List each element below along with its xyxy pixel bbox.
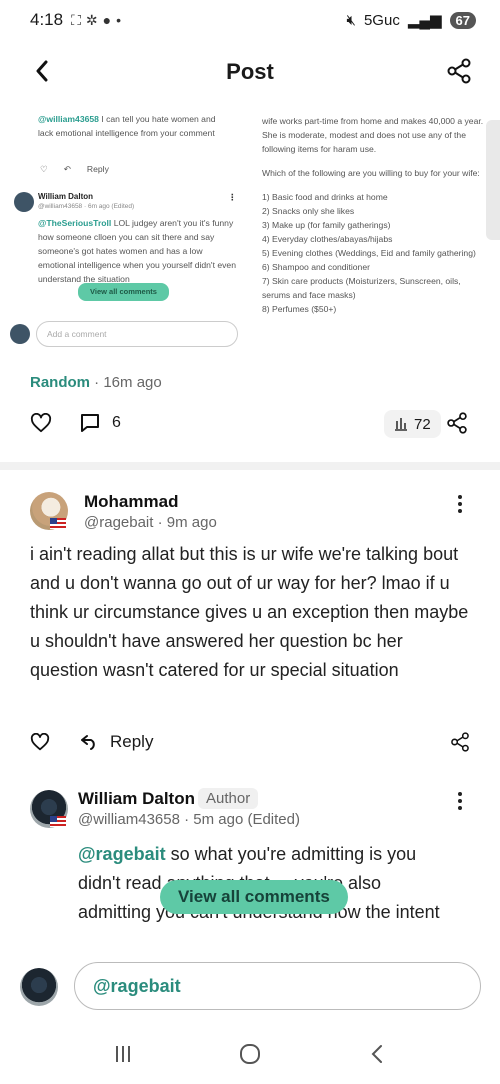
settings-icon: ✲ [85,11,98,28]
comment-reply-button[interactable]: Reply [80,732,153,752]
status-time: 4:18 [30,10,64,29]
section-divider [0,462,500,470]
back-nav-button[interactable] [357,1034,397,1074]
comment-count: 6 [112,414,121,431]
comment-icon [81,414,99,432]
share-icon [447,412,467,434]
facebook-icon: ● [102,11,112,28]
home-button[interactable] [230,1034,270,1074]
us-flag-icon [50,816,66,827]
post-category[interactable]: Random [30,374,90,391]
post-time: 16m ago [103,374,162,391]
status-bar: 4:18 ⛶ ✲ ● • 🔇︎ 5Guc ▂▄▆ 67 [0,0,500,40]
comment-like-button[interactable] [30,732,50,753]
embedded-comment: @william43658 I can tell you hate women … [38,112,228,140]
embedded-comment-actions: ♡ ↶ Reply [40,162,109,176]
comment-author-name[interactable]: Mohammad [84,492,178,512]
current-user-avatar [20,968,58,1006]
embedded-question-prompt: Which of the following are you willing t… [262,168,480,178]
share-icon [451,732,469,752]
view-all-comments-button[interactable]: View all comments [160,880,348,914]
reply-more-button[interactable] [450,789,470,813]
back-button[interactable] [28,56,56,86]
embedded-question: wife works part-time from home and makes… [262,102,486,364]
network-label: 5Guc [363,11,400,29]
embedded-question-intro: wife works part-time from home and makes… [262,116,484,154]
us-flag-icon [50,518,66,529]
embedded-add-comment: Add a comment [36,321,238,347]
mute-icon: 🔇︎ [346,11,356,29]
heart-icon [30,412,52,433]
embedded-author-handle: @william43658 · 6m ago (Edited) [38,203,135,210]
embedded-question-item: 4) Everyday clothes/abayas/hijabs [262,234,393,244]
embedded-question-item: 5) Evening clothes (Weddings, Eid and fa… [262,248,476,258]
reply-author-name[interactable]: William Dalton [78,789,195,809]
page-title: Post [226,59,274,84]
recent-apps-button[interactable] [103,1034,143,1074]
screenshot-icon: ⛶ [71,11,81,28]
like-button[interactable] [30,412,54,435]
embedded-mention: @william43658 [38,114,99,124]
embedded-reply-icon: ↶ [63,164,71,174]
chevron-left-icon [36,60,48,82]
view-count: 72 [414,415,431,433]
embedded-view-all-pill: View all comments [78,283,169,301]
embedded-question-item: 1) Basic food and drinks at home [262,192,388,202]
share-button[interactable] [446,58,472,84]
embedded-reply-label: Reply [86,164,109,174]
embedded-avatar [14,192,34,212]
comment-more-button[interactable] [450,492,470,516]
notification-icons: ⛶ ✲ ● • [71,12,121,29]
recent-apps-icon [116,1046,131,1062]
reply-label: Reply [110,732,154,751]
embedded-question-item: 8) Perfumes ($50+) [262,304,337,314]
post-actions: 6 72 [0,408,500,440]
embedded-question-item: 7) Skin care products (Moisturizers, Sun… [262,276,461,300]
back-icon [371,1045,382,1063]
embedded-avatar [10,324,30,344]
embedded-comment: @TheSeriousTroll LOL judgey aren't you i… [38,216,238,286]
reply-author-handle: @william43658 · 5m ago (Edited) [78,811,300,828]
reply-mention[interactable]: @ragebait [78,844,166,864]
comment-actions: Reply [0,730,500,756]
post-meta: Random · 16m ago [30,374,162,391]
meta-separator: · [90,374,104,391]
battery-indicator: 67 [449,11,476,29]
views-badge[interactable]: 72 [384,410,441,438]
post-image[interactable]: @william43658 I can tell you hate women … [0,102,500,364]
dot-icon: • [116,11,122,28]
embedded-heart-icon: ♡ [40,164,48,174]
reply-input[interactable]: @ragebait [74,962,481,1010]
embedded-question-item: 3) Make up (for family gatherings) [262,220,391,230]
embedded-question-item: 6) Shampoo and conditioner [262,262,370,272]
share-icon [447,58,471,84]
reply-arrow-icon [81,735,95,750]
post-share-button[interactable] [446,412,470,436]
home-icon [239,1044,260,1064]
author-badge: Author [198,788,259,809]
heart-icon [30,732,50,751]
app-bar: Post [0,48,500,96]
embedded-more-icon: ⋮ [228,192,237,202]
embedded-comments: @william43658 I can tell you hate women … [0,102,252,364]
embedded-scroll-handle [486,120,500,240]
system-nav-bar [0,1024,500,1084]
comments-button[interactable]: 6 [80,413,121,433]
embedded-mention: @TheSeriousTroll [38,218,112,228]
comment-author-handle: @ragebait · 9m ago [84,514,217,531]
embedded-question-item: 2) Snacks only she likes [262,206,355,216]
bar-chart-icon [395,418,407,431]
comment-share-button[interactable] [450,732,472,754]
embedded-question-list: 1) Basic food and drinks at home 2) Snack… [262,190,486,316]
signal-icon: ▂▄▆ [407,12,442,29]
comment-body: i ain't reading allat but this is ur wif… [30,544,469,680]
